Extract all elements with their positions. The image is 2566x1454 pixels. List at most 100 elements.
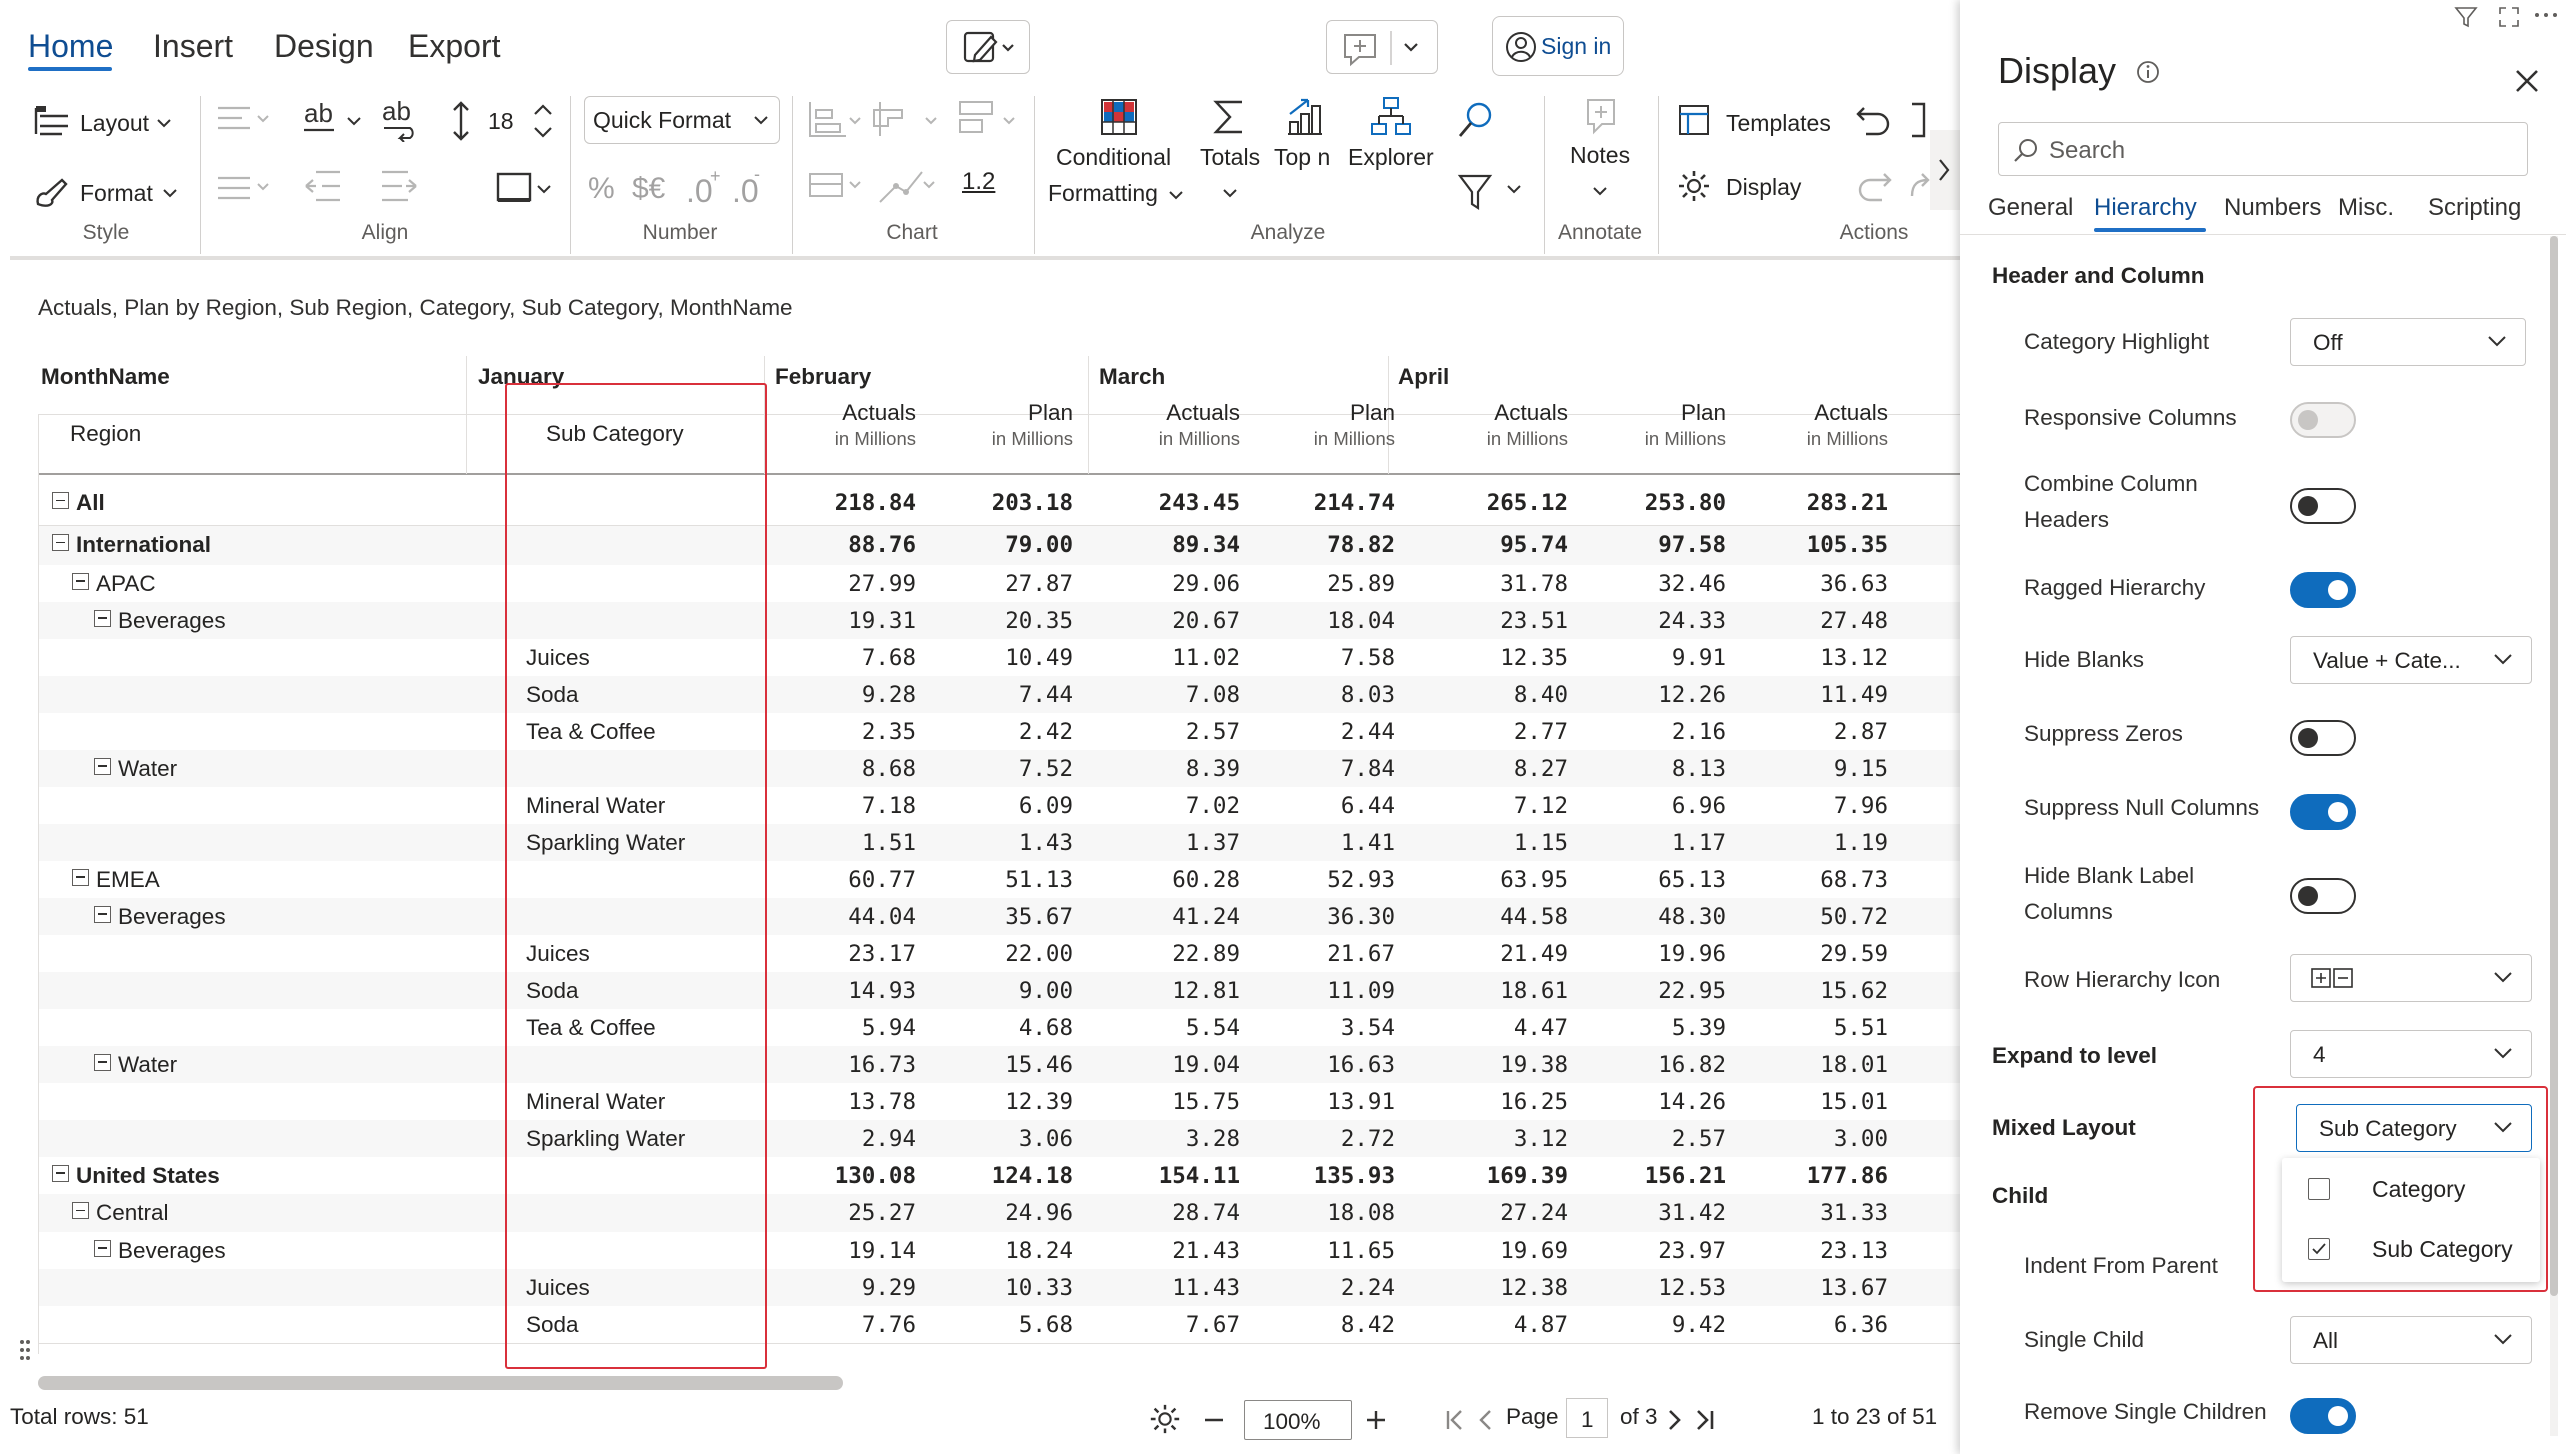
panel-tab-misc[interactable]: Misc.: [2338, 194, 2394, 222]
single-child-dropdown[interactable]: All: [2290, 1316, 2532, 1364]
format-button[interactable]: Format: [80, 180, 153, 207]
border-icon[interactable]: [494, 168, 558, 212]
ribbon-scroll-right[interactable]: [1930, 130, 1960, 210]
hide-blank-label-toggle[interactable]: [2290, 878, 2356, 914]
row-label[interactable]: Water: [118, 1053, 177, 1077]
number-format-icons[interactable]: % $€ .0 + .0 -: [586, 164, 766, 212]
collapse-icon[interactable]: [52, 492, 69, 509]
tab-export[interactable]: Export: [408, 28, 500, 65]
sub-category-cell[interactable]: Juices: [526, 646, 590, 670]
tab-insert[interactable]: Insert: [153, 28, 233, 65]
more-actions-icon[interactable]: [1908, 100, 1928, 140]
collapse-icon[interactable]: [72, 1202, 89, 1219]
zoom-in-icon[interactable]: [1364, 1408, 1388, 1432]
explorer-button[interactable]: Explorer: [1348, 144, 1434, 171]
row-label[interactable]: International: [76, 533, 211, 557]
responsive-columns-toggle[interactable]: [2290, 402, 2356, 438]
gear-icon[interactable]: [1148, 1402, 1182, 1436]
mixed-layout-option-sub-category[interactable]: Sub Category: [2282, 1220, 2540, 1278]
sub-category-cell[interactable]: Juices: [526, 1276, 590, 1300]
decimals-button[interactable]: 1.2: [962, 168, 995, 196]
more-options-icon[interactable]: [2534, 10, 2558, 20]
conditional-formatting-button[interactable]: Conditional: [1056, 144, 1171, 171]
month-header[interactable]: February: [775, 365, 871, 389]
info-icon[interactable]: [2136, 60, 2160, 84]
sub-category-cell[interactable]: Mineral Water: [526, 794, 665, 818]
chart-options-icons[interactable]: [806, 164, 986, 212]
collapse-icon[interactable]: [52, 1164, 69, 1182]
panel-tab-hierarchy[interactable]: Hierarchy: [2094, 194, 2197, 222]
panel-tab-numbers[interactable]: Numbers: [2224, 194, 2321, 222]
display-button[interactable]: Display: [1726, 174, 1801, 201]
measure-header[interactable]: Actuals: [1688, 401, 1888, 425]
row-label[interactable]: Beverages: [118, 609, 226, 633]
checkbox[interactable]: [2308, 1238, 2330, 1260]
collapse-icon[interactable]: [94, 1239, 111, 1257]
sub-category-cell[interactable]: Tea & Coffee: [526, 720, 656, 744]
filter-icon[interactable]: [1456, 172, 1536, 212]
search-input[interactable]: Search: [2049, 137, 2125, 165]
month-header[interactable]: March: [1099, 365, 1165, 389]
close-icon[interactable]: [2514, 68, 2540, 94]
sub-category-cell[interactable]: Juices: [526, 942, 590, 966]
panel-scrollbar[interactable]: [2550, 236, 2558, 1296]
search-icon[interactable]: [1456, 100, 1496, 140]
redo-icon[interactable]: [1854, 166, 1894, 206]
edit-visual-button[interactable]: [946, 20, 1030, 74]
notes-button[interactable]: Notes: [1570, 142, 1630, 169]
templates-button[interactable]: Templates: [1726, 110, 1831, 137]
row-label[interactable]: All: [76, 491, 105, 515]
tab-design[interactable]: Design: [274, 28, 374, 65]
panel-tab-scripting[interactable]: Scripting: [2428, 194, 2521, 222]
wrap-text-icon[interactable]: ab: [302, 100, 372, 140]
last-page-icon[interactable]: [1694, 1408, 1716, 1432]
insert-visual-button[interactable]: [1326, 20, 1438, 74]
sub-category-cell[interactable]: Sparkling Water: [526, 831, 685, 855]
combine-headers-toggle[interactable]: [2290, 488, 2356, 524]
row-label[interactable]: Beverages: [118, 905, 226, 929]
font-size-stepper-icon[interactable]: [532, 100, 554, 142]
share-icon[interactable]: [1908, 166, 1932, 206]
collapse-icon[interactable]: [94, 1053, 111, 1071]
collapse-icon[interactable]: [94, 905, 111, 923]
row-label[interactable]: EMEA: [96, 868, 160, 892]
collapse-icon[interactable]: [94, 609, 111, 627]
remove-single-children-toggle[interactable]: [2290, 1398, 2356, 1434]
mixed-layout-option-category[interactable]: Category: [2282, 1160, 2540, 1218]
layout-button[interactable]: Layout: [80, 110, 149, 137]
row-label[interactable]: Beverages: [118, 1239, 226, 1263]
first-page-icon[interactable]: [1444, 1408, 1466, 1432]
suppress-null-toggle[interactable]: [2290, 794, 2356, 830]
suppress-zeros-toggle[interactable]: [2290, 720, 2356, 756]
resize-grip-icon[interactable]: [18, 1336, 32, 1366]
measure-header[interactable]: Plan: [1195, 401, 1395, 425]
zoom-out-icon[interactable]: [1202, 1408, 1226, 1432]
sign-in-button[interactable]: Sign in: [1492, 16, 1624, 76]
panel-search[interactable]: Search: [1998, 122, 2528, 176]
month-header[interactable]: April: [1398, 365, 1449, 389]
sub-category-cell[interactable]: Tea & Coffee: [526, 1016, 656, 1040]
row-label[interactable]: United States: [76, 1164, 220, 1188]
filter-icon[interactable]: [2454, 6, 2478, 28]
undo-icon[interactable]: [1854, 100, 1894, 140]
sub-category-cell[interactable]: Soda: [526, 683, 579, 707]
row-hierarchy-icon-dropdown[interactable]: [2290, 954, 2532, 1002]
page-input[interactable]: 1: [1566, 1398, 1608, 1438]
collapse-icon[interactable]: [52, 534, 69, 551]
conditional-formatting-button-line2[interactable]: Formatting: [1048, 180, 1158, 207]
row-label[interactable]: APAC: [96, 572, 156, 596]
hide-blanks-dropdown[interactable]: Value + Cate...: [2290, 636, 2532, 684]
row-label[interactable]: Central: [96, 1201, 169, 1225]
increase-indent-icon[interactable]: [378, 166, 420, 206]
collapse-icon[interactable]: [94, 757, 111, 775]
decrease-indent-icon[interactable]: [302, 166, 344, 206]
align-vertical-icon[interactable]: [214, 168, 274, 208]
quick-format-dropdown[interactable]: Quick Format: [584, 96, 780, 144]
checkbox[interactable]: [2308, 1178, 2330, 1200]
totals-button[interactable]: Totals: [1200, 144, 1260, 171]
focus-mode-icon[interactable]: [2498, 6, 2520, 28]
row-label[interactable]: Water: [118, 757, 177, 781]
mixed-layout-dropdown[interactable]: Sub Category: [2296, 1104, 2532, 1152]
sub-category-cell[interactable]: Mineral Water: [526, 1090, 665, 1114]
previous-page-icon[interactable]: [1476, 1408, 1494, 1432]
